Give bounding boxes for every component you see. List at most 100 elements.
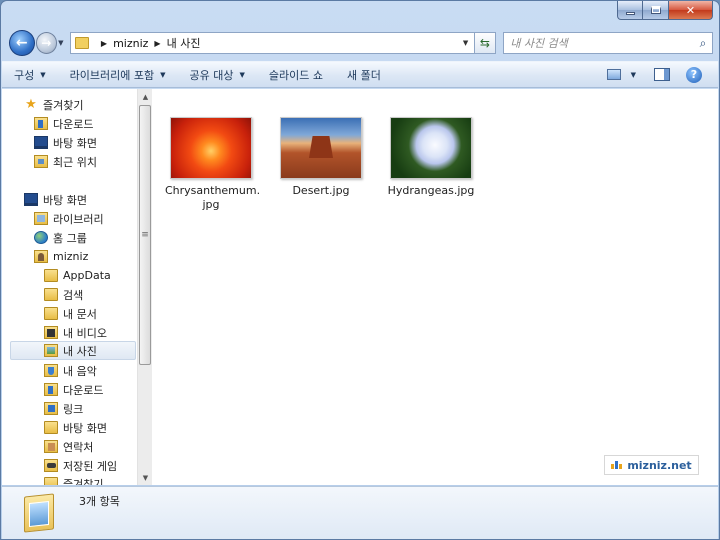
desert-thumbnail <box>280 117 362 179</box>
back-button[interactable]: ← <box>9 30 35 56</box>
sidebar-item-label: mizniz <box>53 250 89 263</box>
include-in-library-button[interactable]: 라이브러리에 포함 ▼ <box>58 64 178 86</box>
forward-button[interactable]: → <box>35 32 58 54</box>
user-folder-icon <box>34 250 48 263</box>
downloads-folder-icon <box>44 383 58 396</box>
sidebar-item-recent-places[interactable]: 최근 위치 <box>34 152 97 171</box>
sidebar-item-downloads[interactable]: 다운로드 <box>44 380 103 399</box>
scroll-up-icon[interactable]: ▲ <box>138 89 153 104</box>
contacts-folder-icon <box>44 440 58 453</box>
desktop-icon <box>34 136 48 149</box>
sidebar-item-pictures[interactable]: 내 사진 <box>10 341 136 360</box>
help-icon[interactable]: ? <box>686 66 702 83</box>
new-folder-label: 새 폴더 <box>346 68 381 82</box>
sidebar-item-appdata[interactable]: AppData <box>44 266 111 285</box>
sidebar-item-user[interactable]: mizniz <box>34 247 88 266</box>
search-box[interactable]: ⌕ <box>503 32 714 54</box>
file-item-desert[interactable]: Desert.jpg <box>275 117 367 198</box>
minimize-icon <box>625 11 635 15</box>
organize-button[interactable]: 구성 ▼ <box>2 64 58 86</box>
forward-arrow-icon: → <box>41 36 52 50</box>
recent-pages-dropdown[interactable]: ▼ <box>58 39 68 47</box>
share-with-button[interactable]: 공유 대상 ▼ <box>178 64 257 86</box>
sidebar-item-label: 라이브러리 <box>53 212 104 226</box>
view-options-dropdown-icon[interactable]: ▼ <box>631 71 636 79</box>
refresh-button[interactable]: ⇆ <box>474 32 497 54</box>
saved-games-folder-icon <box>44 459 58 472</box>
sidebar-item-label: 링크 <box>63 402 84 416</box>
links-folder-icon <box>44 402 58 415</box>
scroll-down-icon[interactable]: ▼ <box>138 470 153 485</box>
file-name-line1: Chrysanthemum. <box>165 184 261 197</box>
file-item-hydrangeas[interactable]: Hydrangeas.jpg <box>385 117 477 198</box>
change-view-icon[interactable] <box>606 69 621 80</box>
sidebar-item-searches[interactable]: 검색 <box>44 285 83 304</box>
scroll-thumb[interactable]: ≡ <box>139 105 151 365</box>
search-icon[interactable]: ⌕ <box>694 36 712 51</box>
sidebar-item-label: 바탕 화면 <box>53 136 97 150</box>
breadcrumb-separator-icon[interactable]: ▶ <box>101 39 107 48</box>
search-input[interactable] <box>510 36 695 50</box>
homegroup-icon <box>34 231 48 244</box>
breadcrumb-user[interactable]: mizniz <box>113 37 148 50</box>
close-button[interactable]: ✕ <box>669 1 713 20</box>
content-area: ★ 즐겨찾기 다운로드 바탕 화면 최근 위치 바탕 화면 라이브러리 홈 그룹 … <box>2 89 718 485</box>
sidebar-item-label: 내 사진 <box>63 344 97 358</box>
sidebar-item-fav-desktop[interactable]: 바탕 화면 <box>34 133 97 152</box>
file-name-line2: jpg <box>202 198 220 211</box>
sidebar-item-label: 검색 <box>63 288 84 302</box>
watermark-logo-icon <box>611 461 623 469</box>
maximize-button[interactable] <box>643 1 669 20</box>
music-folder-icon <box>44 364 58 377</box>
sidebar-item-saved-games[interactable]: 저장된 게임 <box>44 456 117 475</box>
watermark-text: mizniz.net <box>627 458 692 472</box>
sidebar-item-label: 바탕 화면 <box>63 421 107 435</box>
pictures-folder-large-icon <box>24 493 54 533</box>
address-bar[interactable]: ▶ mizniz ▶ 내 사진 ▼ <box>69 32 475 54</box>
sidebar-item-homegroup[interactable]: 홈 그룹 <box>34 228 87 247</box>
sidebar-item-label: 홈 그룹 <box>53 231 87 245</box>
sidebar-item-desktop[interactable]: 바탕 화면 <box>24 190 87 209</box>
sidebar-item-contacts[interactable]: 연락처 <box>44 437 93 456</box>
documents-folder-icon <box>44 307 58 320</box>
watermark: mizniz.net <box>604 455 699 475</box>
share-with-label: 공유 대상 <box>189 68 234 82</box>
sidebar-item-libraries[interactable]: 라이브러리 <box>34 209 104 228</box>
sidebar-item-music[interactable]: 내 음악 <box>44 361 97 380</box>
address-dropdown-icon[interactable]: ▼ <box>458 39 474 47</box>
navigation-pane: ★ 즐겨찾기 다운로드 바탕 화면 최근 위치 바탕 화면 라이브러리 홈 그룹 … <box>2 89 137 485</box>
preview-pane-icon[interactable] <box>654 68 670 81</box>
videos-folder-icon <box>44 326 58 339</box>
sidebar-item-user-desktop[interactable]: 바탕 화면 <box>44 418 107 437</box>
recent-places-icon <box>34 155 48 168</box>
folder-icon <box>74 37 89 49</box>
sidebar-item-user-favorites[interactable]: 즐겨찾기 <box>44 474 103 485</box>
desktop-folder-icon <box>44 421 58 434</box>
explorer-window: ✕ ← → ▼ ▶ mizniz ▶ 내 사진 ▼ ⇆ ⌕ 구성 ▼ 라이브러리에… <box>0 0 720 540</box>
new-folder-button[interactable]: 새 폴더 <box>335 64 393 86</box>
grip-icon: ≡ <box>141 230 149 240</box>
sidebar-item-documents[interactable]: 내 문서 <box>44 304 97 323</box>
sidebar-item-label: 내 비디오 <box>63 326 107 340</box>
sidebar-item-favorites[interactable]: ★ 즐겨찾기 <box>24 95 83 114</box>
minimize-button[interactable] <box>617 1 643 20</box>
chevron-down-icon: ▼ <box>40 70 46 79</box>
slideshow-button[interactable]: 슬라이드 쇼 <box>257 64 335 86</box>
file-name-line1: Desert.jpg <box>292 184 350 197</box>
file-item-chrysanthemum[interactable]: Chrysanthemum. jpg <box>165 117 261 212</box>
sidebar-item-links[interactable]: 링크 <box>44 399 83 418</box>
sidebar-item-fav-downloads[interactable]: 다운로드 <box>34 114 93 133</box>
caption-buttons: ✕ <box>617 1 713 20</box>
sidebar-item-label: 저장된 게임 <box>63 459 118 473</box>
star-icon: ★ <box>25 97 37 112</box>
sidebar-item-label: 연락처 <box>63 440 94 454</box>
pictures-folder-icon <box>44 344 58 357</box>
sidebar-item-label: 다운로드 <box>63 383 104 397</box>
sidebar-item-videos[interactable]: 내 비디오 <box>44 323 107 342</box>
breadcrumb-current[interactable]: 내 사진 <box>167 35 201 51</box>
refresh-icon: ⇆ <box>479 36 490 50</box>
navigation-scrollbar[interactable]: ▲ ≡ ▼ <box>137 89 152 485</box>
breadcrumb-separator-icon[interactable]: ▶ <box>154 39 160 48</box>
favorites-folder-icon <box>44 477 58 485</box>
downloads-folder-icon <box>34 117 48 130</box>
